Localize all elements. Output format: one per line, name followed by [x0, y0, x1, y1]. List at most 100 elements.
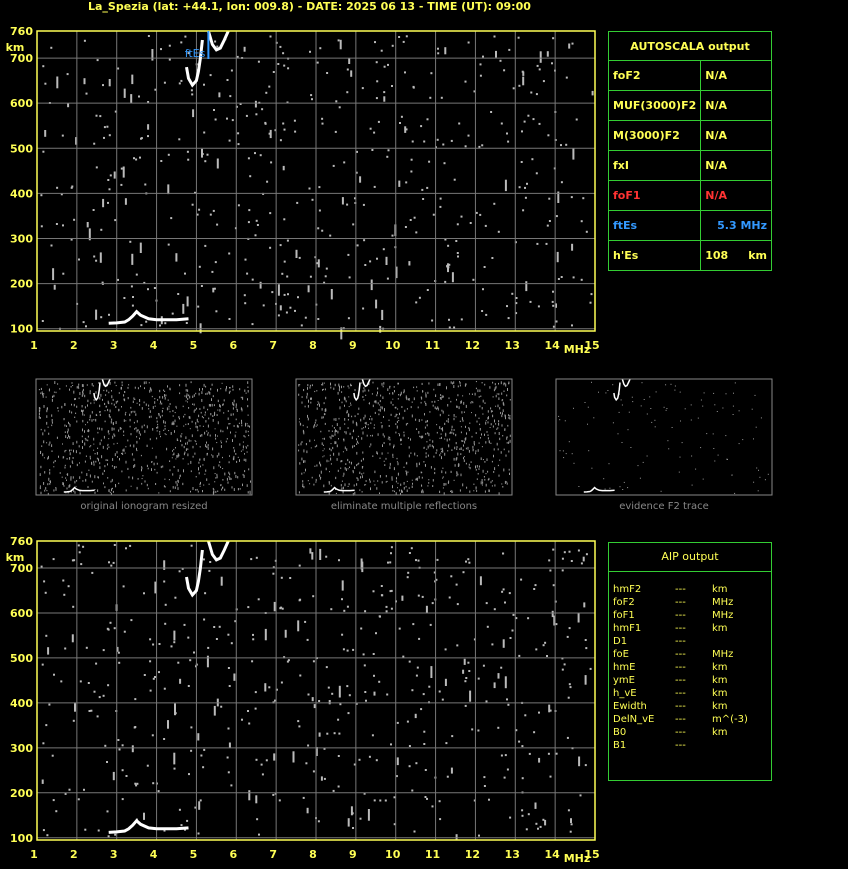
- thumb-noise: [427, 420, 428, 423]
- thumb-noise: [154, 401, 156, 404]
- thumb-noise: [125, 460, 127, 464]
- noise-dot: [134, 698, 137, 701]
- thumb-noise: [164, 433, 166, 435]
- thumb-noise: [202, 388, 203, 391]
- thumb-noise: [449, 432, 451, 434]
- thumb-noise: [156, 462, 158, 465]
- thumb-noise: [482, 469, 484, 473]
- thumb-noise: [216, 473, 218, 476]
- thumb-noise: [217, 399, 219, 403]
- noise-dot: [508, 592, 511, 595]
- thumb-noise: [192, 403, 194, 405]
- thumb-noise: [487, 434, 489, 436]
- thumb-noise: [156, 437, 158, 440]
- autoscala-row: M(3000)F2 N/A: [607, 120, 772, 151]
- noise-dot: [493, 35, 496, 38]
- noise-dot: [426, 797, 428, 800]
- thumb-noise: [507, 388, 508, 391]
- noise-dot: [83, 78, 86, 85]
- thumb-noise: [690, 404, 692, 406]
- noise-dot: [555, 320, 558, 323]
- noise-dot: [152, 677, 155, 680]
- thumb-noise: [124, 413, 126, 416]
- noise-dot: [97, 829, 100, 832]
- noise-dot: [469, 222, 472, 224]
- noise-dot: [330, 608, 333, 611]
- thumb-noise: [185, 389, 187, 392]
- thumb-noise: [377, 452, 378, 455]
- thumb-noise: [159, 433, 161, 435]
- thumb-noise: [429, 411, 431, 413]
- thumb-noise: [389, 462, 391, 466]
- noise-dot: [415, 301, 418, 304]
- noise-dot: [272, 572, 275, 575]
- thumb-noise: [491, 460, 493, 463]
- noise-dot: [520, 161, 523, 163]
- noise-dot: [186, 150, 189, 153]
- thumb-noise: [713, 448, 715, 449]
- thumb-noise: [475, 468, 477, 471]
- thumb-noise: [351, 384, 352, 387]
- y-axis-label: km: [6, 41, 25, 54]
- thumb-noise: [192, 487, 194, 490]
- noise-dot: [447, 266, 450, 269]
- noise-dot: [533, 731, 536, 734]
- thumb-noise: [435, 407, 437, 410]
- thumb-noise: [68, 434, 69, 438]
- noise-dot: [255, 113, 258, 116]
- noise-dot: [439, 197, 442, 200]
- thumb-noise: [43, 457, 45, 459]
- noise-dot: [373, 691, 376, 696]
- noise-dot: [198, 801, 201, 810]
- thumb-noise: [226, 426, 228, 430]
- thumb-noise: [397, 417, 399, 419]
- thumb-noise: [503, 382, 505, 386]
- noise-dot: [218, 625, 221, 628]
- thumb-noise: [217, 388, 218, 392]
- thumb-noise: [307, 405, 309, 408]
- thumb-noise: [315, 419, 317, 422]
- noise-dot: [41, 779, 44, 784]
- thumb-noise: [679, 391, 681, 393]
- thumb-noise: [71, 403, 72, 406]
- noise-dot: [254, 234, 257, 237]
- thumb-noise: [116, 442, 118, 444]
- noise-dot: [511, 629, 514, 632]
- aip-label: B1: [613, 740, 627, 751]
- noise-dot: [361, 561, 364, 573]
- thumb-noise: [233, 449, 235, 453]
- thumb-noise: [139, 437, 140, 440]
- noise-dot: [495, 50, 497, 58]
- thumb-noise: [714, 404, 716, 406]
- thumb-noise: [152, 428, 154, 431]
- thumb-noise: [509, 472, 510, 475]
- noise-dot: [108, 188, 111, 191]
- noise-dot: [244, 302, 247, 305]
- thumb-noise: [393, 446, 394, 449]
- thumb-noise: [485, 473, 487, 475]
- noise-dot: [93, 255, 96, 258]
- thumb-noise: [160, 400, 161, 403]
- noise-dot: [456, 603, 459, 606]
- thumb-noise: [443, 483, 445, 486]
- thumb-noise: [325, 396, 327, 400]
- noise-dot: [319, 47, 322, 50]
- aip-value: ---: [675, 636, 686, 647]
- thumb-noise: [485, 483, 487, 487]
- noise-dot: [47, 647, 50, 655]
- noise-dot: [193, 651, 195, 654]
- thumb-noise: [245, 447, 247, 449]
- noise-dot: [381, 309, 384, 320]
- aip-value: ---: [675, 623, 686, 634]
- thumb-noise: [198, 472, 200, 475]
- noise-dot: [475, 211, 478, 214]
- noise-dot: [429, 96, 432, 99]
- noise-dot: [93, 142, 96, 145]
- noise-dot: [187, 158, 190, 161]
- noise-dot: [511, 292, 514, 295]
- noise-dot: [100, 228, 103, 231]
- thumb-noise: [38, 409, 40, 413]
- thumb-noise: [247, 414, 249, 416]
- thumb-noise: [343, 438, 344, 440]
- noise-dot: [216, 158, 219, 169]
